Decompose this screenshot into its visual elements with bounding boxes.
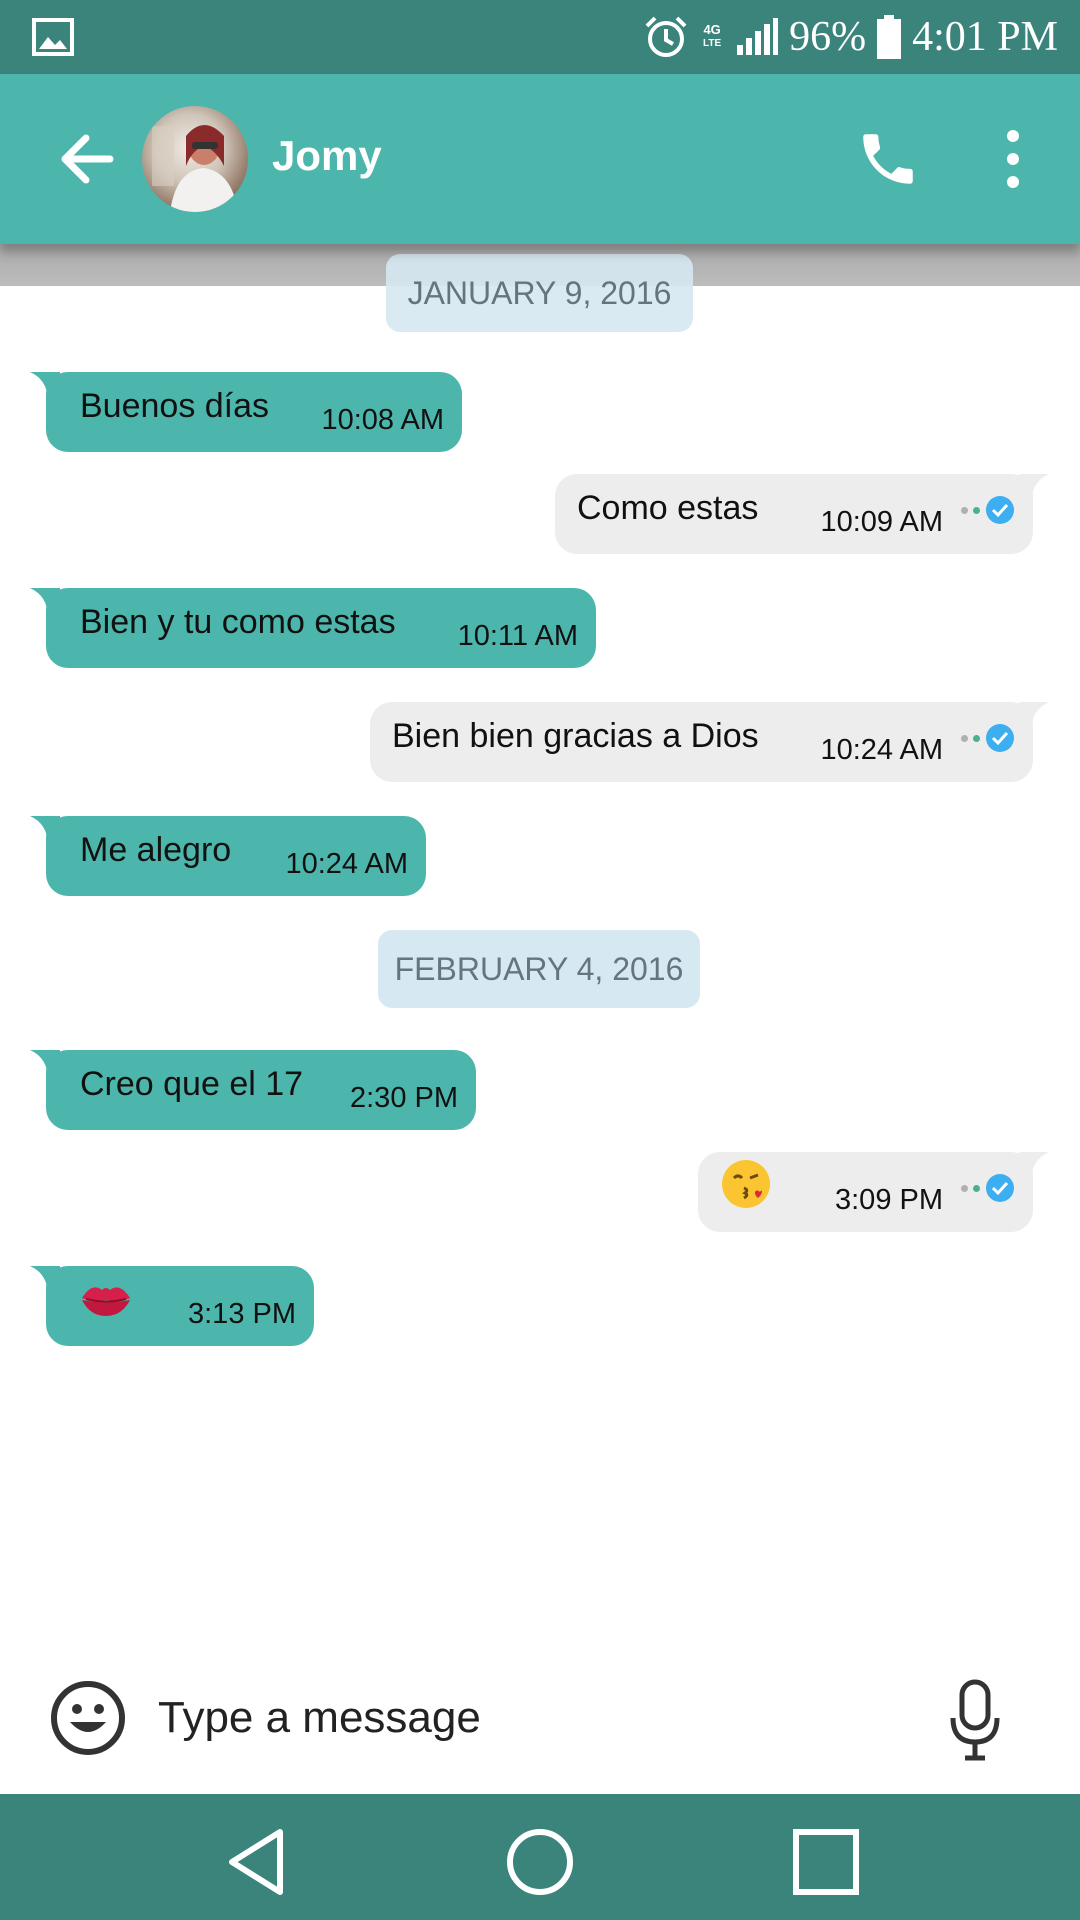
message-text: Bien y tu como estas	[80, 602, 396, 641]
status-dot	[961, 734, 968, 742]
date-chip: FEBRUARY 4, 2016	[378, 930, 700, 1008]
status-dot	[973, 734, 980, 742]
more-vert-icon[interactable]	[995, 124, 1031, 194]
message-time: 3:13 PM	[188, 1297, 296, 1330]
message-time: 10:24 AM	[285, 847, 408, 880]
message-bubble-incoming[interactable]: Buenos días 10:08 AM	[30, 372, 462, 452]
read-receipt	[961, 1173, 1015, 1203]
system-nav-bar	[0, 1794, 1080, 1920]
bubble-tail	[1019, 702, 1049, 732]
read-receipt	[961, 495, 1015, 525]
message-bubble-outgoing[interactable]: Como estas 10:09 AM	[555, 474, 1049, 554]
check-circle-icon	[986, 496, 1014, 524]
signal-icon	[737, 18, 779, 55]
battery-icon	[877, 15, 902, 59]
phone-icon[interactable]	[855, 126, 921, 192]
message-time: 10:08 AM	[321, 403, 444, 436]
clock: 4:01 PM	[912, 14, 1058, 60]
message-input[interactable]	[158, 1676, 898, 1760]
message-time: 2:30 PM	[350, 1081, 458, 1114]
nav-home-icon[interactable]	[500, 1822, 580, 1902]
date-chip: JANUARY 9, 2016	[386, 254, 693, 332]
bubble-tail	[30, 1266, 60, 1296]
bubble-tail	[1019, 1152, 1049, 1182]
status-dot	[973, 1184, 980, 1192]
status-bar: 4G LTE 96% 4:01 PM	[0, 0, 1080, 74]
alarm-icon	[645, 16, 687, 57]
message-composer	[0, 1654, 1080, 1794]
bubble-tail	[30, 816, 60, 846]
network-label: 4G	[703, 22, 721, 37]
microphone-icon[interactable]	[945, 1676, 1005, 1766]
message-time: 10:09 AM	[820, 505, 943, 538]
kiss-mark-emoji	[82, 1287, 130, 1316]
bubble-tail	[30, 372, 60, 402]
message-bubble-outgoing[interactable]: 3:09 PM	[698, 1152, 1049, 1232]
nav-back-icon[interactable]	[218, 1822, 298, 1902]
message-text: Bien bien gracias a Dios	[392, 716, 759, 755]
message-bubble-outgoing[interactable]: Bien bien gracias a Dios 10:24 AM	[370, 702, 1049, 782]
message-text: Creo que el 17	[80, 1064, 304, 1103]
status-indicators: 4G LTE 96% 4:01 PM	[643, 0, 1058, 74]
message-time: 10:24 AM	[820, 733, 943, 766]
smiley-icon[interactable]	[50, 1680, 126, 1756]
check-circle-icon	[986, 1174, 1014, 1202]
message-bubble-incoming[interactable]: Me alegro 10:24 AM	[30, 816, 426, 896]
bubble-tail	[30, 1050, 60, 1080]
message-text: Buenos días	[80, 386, 270, 425]
nav-recents-icon[interactable]	[786, 1822, 866, 1902]
check-circle-icon	[986, 724, 1014, 752]
battery-percent: 96%	[789, 14, 867, 60]
message-text: Como estas	[577, 488, 759, 527]
chat-header: Jomy	[0, 74, 1080, 244]
message-time: 10:11 AM	[457, 619, 578, 652]
message-bubble-incoming[interactable]: Creo que el 17 2:30 PM	[30, 1050, 476, 1130]
avatar-photo	[152, 125, 238, 212]
message-bubble-incoming[interactable]: 3:13 PM	[30, 1266, 314, 1346]
image-icon	[32, 18, 74, 56]
status-dot	[973, 506, 980, 514]
arrow-back-icon[interactable]	[52, 124, 122, 194]
read-receipt	[961, 723, 1015, 753]
message-time: 3:09 PM	[835, 1183, 943, 1216]
date-label: FEBRUARY 4, 2016	[394, 950, 684, 987]
network-type-indicator: 4G LTE	[699, 23, 725, 51]
date-label: JANUARY 9, 2016	[407, 274, 672, 311]
message-text: Me alegro	[80, 830, 232, 869]
bubble-tail	[30, 588, 60, 618]
message-list[interactable]: JANUARY 9, 2016 Buenos días 10:08 AM Com…	[0, 244, 1080, 1654]
avatar[interactable]	[142, 106, 248, 212]
bubble-tail	[1019, 474, 1049, 504]
status-dot	[961, 506, 968, 514]
kissing-face-emoji	[722, 1160, 770, 1208]
message-bubble-incoming[interactable]: Bien y tu como estas 10:11 AM	[30, 588, 596, 668]
contact-name[interactable]: Jomy	[272, 132, 382, 180]
status-dot	[961, 1184, 968, 1192]
network-sub-label: LTE	[703, 38, 722, 49]
